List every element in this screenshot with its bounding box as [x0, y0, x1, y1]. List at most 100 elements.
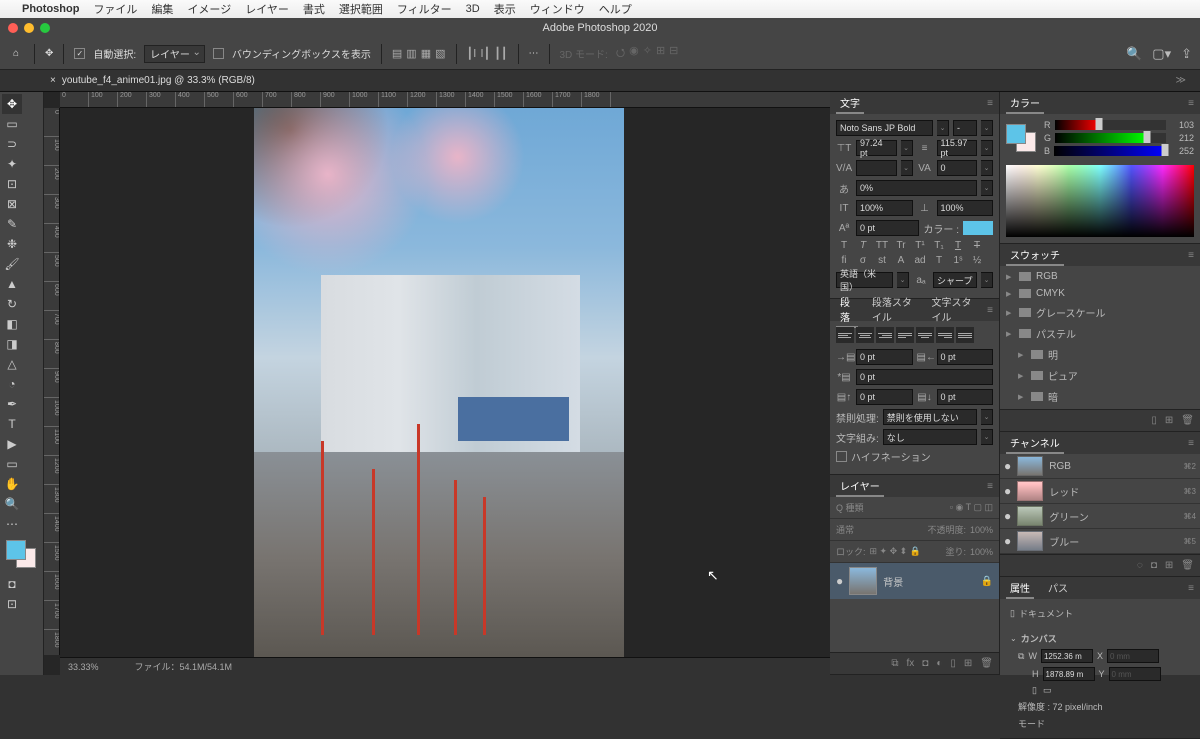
lasso-tool[interactable]: ⊃ — [2, 134, 22, 154]
para-align-buttons[interactable] — [836, 327, 993, 343]
gradient-tool[interactable]: ◨ — [2, 334, 22, 354]
g-slider[interactable] — [1055, 133, 1166, 143]
fx-icon[interactable]: fx — [907, 658, 915, 669]
tsume[interactable]: 0% — [856, 180, 977, 196]
blend-mode[interactable]: 通常 — [836, 523, 854, 536]
menu-image[interactable]: イメージ — [187, 1, 231, 17]
menu-help[interactable]: ヘルプ — [599, 1, 632, 17]
screenmode-tool[interactable]: ⊡ — [2, 594, 22, 614]
panel-menu-icon[interactable]: ≡ — [987, 305, 993, 316]
zoom-level[interactable]: 33.33% — [68, 662, 99, 672]
b-slider[interactable] — [1054, 146, 1166, 156]
link-wh-icon[interactable]: ⧉ — [1018, 651, 1024, 662]
char-tab[interactable]: 文字 — [836, 93, 864, 114]
opentype-buttons[interactable]: fiσstAadT1ˢ½ — [836, 255, 993, 266]
hyphen-checkbox[interactable] — [836, 451, 847, 462]
baseline[interactable]: 0 pt — [856, 220, 919, 236]
char-style-tab[interactable]: 文字スタイル — [928, 292, 978, 328]
search-icon[interactable]: 🔍 — [1126, 46, 1142, 62]
wand-tool[interactable]: ✦ — [2, 154, 22, 174]
panel-menu-icon[interactable]: ≡ — [1188, 438, 1194, 449]
text-color[interactable] — [963, 221, 993, 235]
font-family[interactable]: Noto Sans JP Bold — [836, 120, 933, 136]
paths-tab[interactable]: パス — [1044, 578, 1072, 599]
crop-tool[interactable]: ⊡ — [2, 174, 22, 194]
opacity[interactable]: 100% — [970, 525, 993, 535]
path-select-tool[interactable]: ▶ — [2, 434, 22, 454]
para-style-tab[interactable]: 段落スタイル — [868, 292, 918, 328]
color-tab[interactable]: カラー — [1006, 93, 1044, 114]
zoom-tool[interactable]: 🔍 — [2, 494, 22, 514]
font-size[interactable]: 97.24 pt — [856, 140, 897, 156]
canvas-width[interactable]: 1252.36 m — [1041, 649, 1093, 663]
heal-tool[interactable]: ❉ — [2, 234, 22, 254]
props-tab[interactable]: 属性 — [1006, 578, 1034, 599]
marquee-tool[interactable]: ▭ — [2, 114, 22, 134]
group-icon[interactable]: ▯ — [950, 658, 956, 669]
mojikumi[interactable]: なし — [883, 429, 977, 445]
window-close-button[interactable] — [8, 23, 18, 33]
swatch-pure[interactable]: ▶ピュア — [1002, 365, 1198, 386]
orient-portrait[interactable]: ▯ — [1032, 685, 1037, 696]
menu-window[interactable]: ウィンドウ — [530, 1, 585, 17]
type-style-buttons[interactable]: TTTTTrT¹T₁TT — [836, 240, 993, 251]
vscale[interactable]: 100% — [856, 200, 913, 216]
swatches-tab[interactable]: スウォッチ — [1006, 245, 1064, 266]
window-zoom-button[interactable] — [40, 23, 50, 33]
move-tool[interactable]: ✥ — [2, 94, 22, 114]
eyedropper-tool[interactable]: ✎ — [2, 214, 22, 234]
spectrum[interactable] — [1006, 165, 1194, 237]
panel-menu-icon[interactable]: ≡ — [1188, 98, 1194, 109]
stamp-tool[interactable]: ▲ — [2, 274, 22, 294]
leading[interactable]: 115.97 pt — [937, 140, 978, 156]
channel-green[interactable]: ●グリーン⌘4 — [1000, 504, 1200, 529]
para-tab[interactable]: 段落 — [836, 292, 858, 328]
swatch-dark[interactable]: ▶暗 — [1002, 386, 1198, 407]
swatch-cmyk[interactable]: ▶CMYK — [1002, 285, 1198, 302]
document-tab[interactable]: × youtube_f4_anime01.jpg @ 33.3% (RGB/8)… — [0, 70, 1200, 92]
r-slider[interactable] — [1055, 120, 1167, 130]
font-style[interactable]: - — [953, 120, 977, 136]
indent-left[interactable]: 0 pt — [856, 349, 913, 365]
hscale[interactable]: 100% — [937, 200, 994, 216]
hand-tool[interactable]: ✋ — [2, 474, 22, 494]
new-folder-icon[interactable]: ▯ — [1151, 415, 1157, 426]
menu-type[interactable]: 書式 — [303, 1, 325, 17]
menu-layer[interactable]: レイヤー — [245, 1, 289, 17]
align-buttons[interactable]: ▤▥▦▧ — [392, 47, 446, 60]
channels-tab[interactable]: チャンネル — [1006, 433, 1064, 454]
frame-tool[interactable]: ⊠ — [2, 194, 22, 214]
history-brush-tool[interactable]: ↻ — [2, 294, 22, 314]
load-sel-icon[interactable]: ◌ — [1137, 560, 1143, 571]
brush-tool[interactable]: 🖌 — [2, 254, 22, 274]
edit-toolbar[interactable]: ⋯ — [2, 514, 22, 534]
swatch-rgb[interactable]: ▶RGB — [1002, 268, 1198, 285]
new-channel-icon[interactable]: ⊞ — [1165, 560, 1173, 571]
layer-filter[interactable]: Q 種類▫ ◉ T ▢ ◫ — [830, 497, 999, 519]
lock-buttons[interactable]: ⊞ ✦ ✥ ⬍ 🔒 — [870, 546, 921, 557]
menu-edit[interactable]: 編集 — [151, 1, 173, 17]
swatch-pastel[interactable]: ▶パステル — [1002, 323, 1198, 344]
panel-menu-icon[interactable]: ≡ — [1188, 250, 1194, 261]
menu-filter[interactable]: フィルター — [397, 1, 452, 17]
menu-file[interactable]: ファイル — [93, 1, 137, 17]
swatch-light[interactable]: ▶明 — [1002, 344, 1198, 365]
bbox-checkbox[interactable] — [213, 48, 224, 59]
space-before[interactable]: 0 pt — [856, 389, 913, 405]
window-minimize-button[interactable] — [24, 23, 34, 33]
layer-name[interactable]: 背景 — [883, 574, 903, 589]
save-sel-icon[interactable]: ◘ — [1151, 560, 1157, 571]
trash-icon[interactable]: 🗑 — [980, 658, 993, 669]
auto-select-target[interactable]: レイヤー — [144, 45, 205, 63]
tracking[interactable]: 0 — [937, 160, 978, 176]
panel-menu-icon[interactable]: ≡ — [987, 481, 993, 492]
antialias[interactable]: シャープ — [933, 272, 977, 288]
lock-icon[interactable]: 🔒 — [981, 576, 993, 587]
new-layer-icon[interactable]: ⊞ — [964, 658, 972, 669]
dodge-tool[interactable]: ◔ — [2, 374, 22, 394]
space-after[interactable]: 0 pt — [937, 389, 994, 405]
canvas-height[interactable]: 1878.89 m — [1043, 667, 1095, 681]
share-icon[interactable]: ⇪ — [1181, 46, 1192, 62]
type-tool[interactable]: T — [2, 414, 22, 434]
menu-view[interactable]: 表示 — [494, 1, 516, 17]
